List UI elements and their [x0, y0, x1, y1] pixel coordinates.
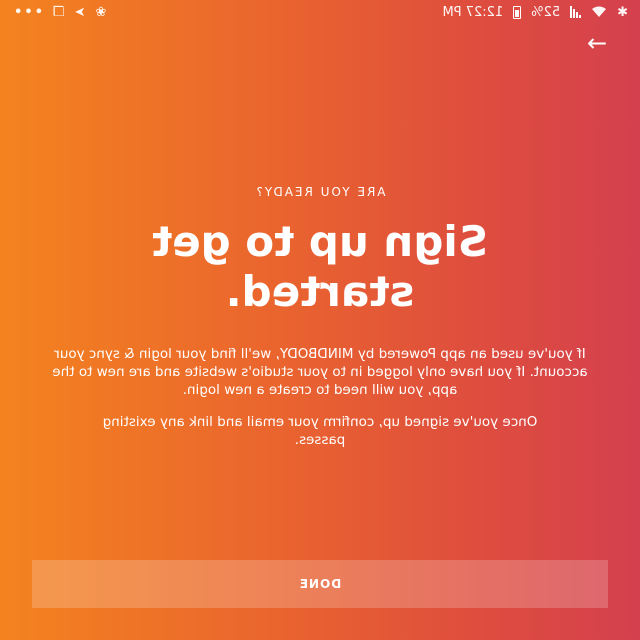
status-right: ❀ ➤ ❐ •••: [12, 5, 106, 20]
status-left: ✱ 52% 12:27 PM: [443, 5, 628, 20]
page-title: Sign up to get started.: [152, 217, 488, 316]
status-time: 12:27 PM: [442, 4, 504, 20]
confirm-paragraph: Once you've signed up, confirm your emai…: [102, 414, 538, 448]
bluetooth-icon: ✱: [617, 4, 628, 20]
fan-icon: ❀: [95, 4, 107, 20]
signal-icon: [570, 6, 582, 18]
wifi-icon: [591, 6, 607, 18]
send-icon: ➤: [74, 4, 86, 20]
mirrored-view: ✱ 52% 12:27 PM ❀ ➤ ❐ ••• → ARE YOU READY…: [0, 0, 640, 640]
eyebrow-text: ARE YOU READY?: [254, 185, 386, 199]
back-arrow-icon[interactable]: →: [582, 29, 612, 57]
intro-paragraph: If you've used an app Powered by MINDBOD…: [52, 346, 588, 398]
status-bar: ✱ 52% 12:27 PM ❀ ➤ ❐ •••: [0, 0, 640, 24]
nfc-icon: ❐: [52, 4, 65, 20]
top-nav: →: [0, 29, 640, 57]
more-notifications-icon: •••: [12, 4, 43, 20]
battery-icon: [513, 5, 522, 19]
intro-content: ARE YOU READY? Sign up to get started. I…: [40, 185, 600, 449]
sign-up-screen: ✱ 52% 12:27 PM ❀ ➤ ❐ ••• → ARE YOU READY…: [0, 0, 640, 640]
done-button[interactable]: DONE: [32, 560, 608, 608]
battery-percent: 52%: [531, 4, 561, 20]
